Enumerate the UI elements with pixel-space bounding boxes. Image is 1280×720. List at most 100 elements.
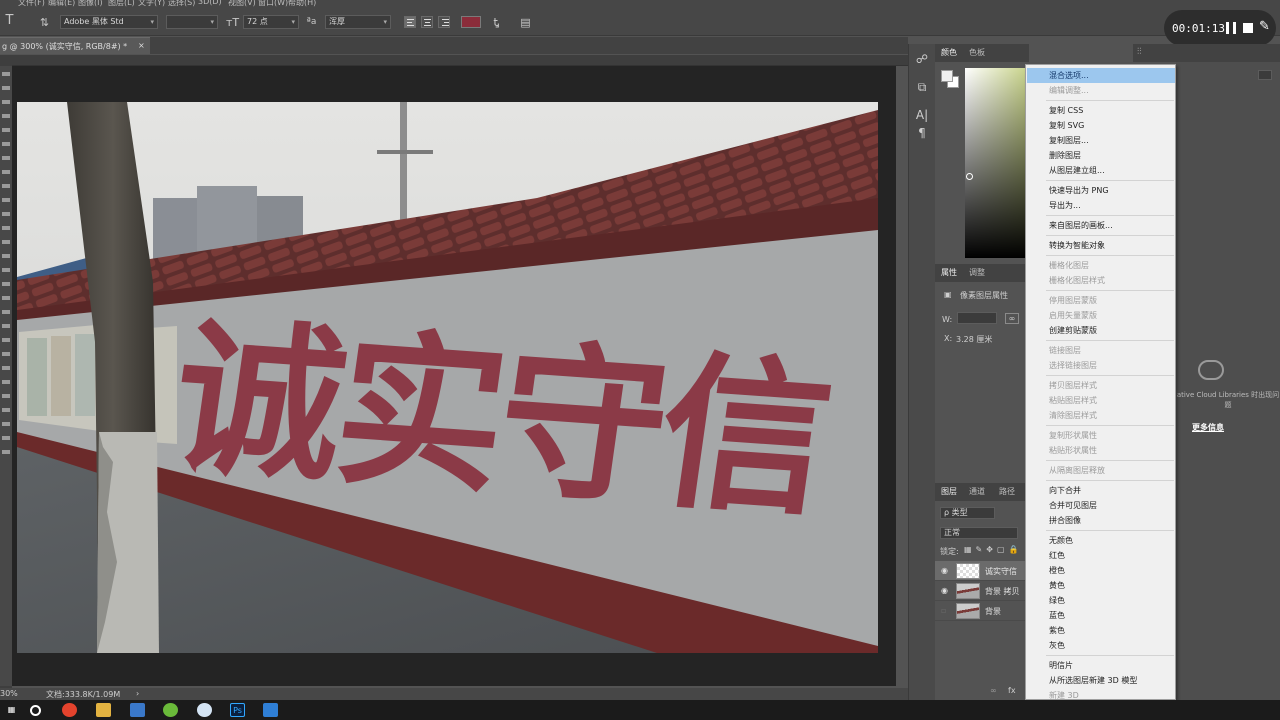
text-orientation-icon[interactable]: ⇅ xyxy=(38,16,51,29)
more-info-link[interactable]: 更多信息 xyxy=(1192,422,1224,433)
layer-row[interactable]: ◉ 诚实守信 xyxy=(935,561,1029,581)
context-menu-item[interactable]: 从图层建立组... xyxy=(1027,163,1175,178)
context-menu-item[interactable]: 灰色 xyxy=(1027,638,1175,653)
warp-text-icon[interactable]: Ꮏ xyxy=(490,16,503,29)
link-icon[interactable]: ∞ xyxy=(1005,313,1019,324)
search-icon[interactable] xyxy=(30,705,41,716)
align-left-button[interactable] xyxy=(404,16,416,28)
tool-icon[interactable] xyxy=(2,268,10,272)
context-menu-item[interactable]: 删除图层 xyxy=(1027,148,1175,163)
tool-icon[interactable] xyxy=(2,282,10,286)
tool-icon[interactable] xyxy=(2,156,10,160)
link-layers-icon[interactable]: ∞ xyxy=(990,686,997,695)
context-menu-item[interactable]: 明信片 xyxy=(1027,658,1175,673)
context-menu-item[interactable]: 黄色 xyxy=(1027,578,1175,593)
context-menu-item[interactable]: 导出为... xyxy=(1027,198,1175,213)
tool-icon[interactable] xyxy=(2,422,10,426)
chevron-right-icon[interactable]: › xyxy=(136,689,139,698)
context-menu-item[interactable]: 绿色 xyxy=(1027,593,1175,608)
tool-icon[interactable] xyxy=(2,198,10,202)
color-picker-handle[interactable] xyxy=(966,173,973,180)
menu-7[interactable]: 视图(V) xyxy=(228,0,256,8)
stop-icon[interactable] xyxy=(1243,23,1253,33)
align-center-button[interactable] xyxy=(421,16,433,28)
type-tool-icon[interactable]: T xyxy=(3,14,16,27)
context-menu-item[interactable]: 向下合并 xyxy=(1027,483,1175,498)
tool-icon[interactable] xyxy=(2,142,10,146)
status-zoom[interactable]: 30% xyxy=(0,689,18,698)
menu-3[interactable]: 图层(L) xyxy=(108,0,135,8)
color-field[interactable] xyxy=(965,68,1027,258)
tab-properties[interactable]: 属性 xyxy=(941,267,957,278)
context-menu-item[interactable]: 紫色 xyxy=(1027,623,1175,638)
tool-icon[interactable] xyxy=(2,114,10,118)
tab-layers[interactable]: 图层 xyxy=(941,486,957,497)
pen-icon[interactable]: ✎ xyxy=(1259,19,1270,34)
tab-paths[interactable]: 路径 xyxy=(999,486,1015,497)
app-icon[interactable] xyxy=(130,703,145,717)
menu-6[interactable]: 3D(D) xyxy=(198,0,222,6)
tool-icon[interactable] xyxy=(2,100,10,104)
layer-filter-select[interactable]: ρ 类型 xyxy=(940,507,995,519)
menu-9[interactable]: 帮助(H) xyxy=(288,0,316,8)
context-menu-item[interactable]: 无颜色 xyxy=(1027,533,1175,548)
menu-2[interactable]: 图像(I) xyxy=(78,0,103,8)
context-menu-item[interactable]: 复制 SVG xyxy=(1027,118,1175,133)
windows-start-icon[interactable]: ▦ xyxy=(4,703,19,717)
context-menu-item[interactable]: 橙色 xyxy=(1027,563,1175,578)
tool-icon[interactable] xyxy=(2,394,10,398)
pause-icon[interactable] xyxy=(1226,22,1236,34)
context-menu-item[interactable]: 创建剪贴蒙版 xyxy=(1027,323,1175,338)
tab-channels[interactable]: 通道 xyxy=(969,486,985,497)
context-menu-item[interactable]: 蓝色 xyxy=(1027,608,1175,623)
blend-mode-select[interactable]: 正常 xyxy=(940,527,1018,539)
character-icon[interactable]: A| xyxy=(915,108,929,122)
layer-row[interactable]: ◉ 背景 拷贝 xyxy=(935,581,1029,601)
clone-source-icon[interactable]: ⧉ xyxy=(915,80,929,94)
tool-icon[interactable] xyxy=(2,86,10,90)
tool-icon[interactable] xyxy=(2,72,10,76)
context-menu-item[interactable]: 转换为智能对象 xyxy=(1027,238,1175,253)
context-menu-item[interactable]: 从所选图层新建 3D 模型 xyxy=(1027,673,1175,688)
tool-icon[interactable] xyxy=(2,380,10,384)
context-menu-item[interactable]: 合并可见图层 xyxy=(1027,498,1175,513)
tool-icon[interactable] xyxy=(2,184,10,188)
chrome-icon[interactable] xyxy=(62,703,77,717)
browser-icon[interactable] xyxy=(163,703,178,717)
context-menu-item[interactable]: 拼合图像 xyxy=(1027,513,1175,528)
tool-icon[interactable] xyxy=(2,408,10,412)
character-panel-icon[interactable]: ▤ xyxy=(519,16,532,29)
paragraph-icon[interactable]: ¶ xyxy=(915,126,929,140)
tool-icon[interactable] xyxy=(2,352,10,356)
tool-icon[interactable] xyxy=(2,254,10,258)
fx-icon[interactable]: fx xyxy=(1008,686,1016,695)
font-size-select[interactable]: 72 点 ▾ xyxy=(243,15,299,29)
foreground-color-swatch[interactable] xyxy=(941,70,953,82)
libraries-icon[interactable]: ⫶⫶ xyxy=(1137,47,1142,57)
app-icon[interactable] xyxy=(197,703,212,717)
close-icon[interactable]: × xyxy=(138,41,145,50)
history-icon[interactable]: ☍ xyxy=(915,52,929,66)
antialias-select[interactable]: 浑厚 ▾ xyxy=(325,15,391,29)
file-explorer-icon[interactable] xyxy=(96,703,111,717)
tool-icon[interactable] xyxy=(2,338,10,342)
width-field[interactable] xyxy=(957,312,997,324)
text-color-swatch[interactable] xyxy=(461,16,481,28)
context-menu-item[interactable]: 复制图层... xyxy=(1027,133,1175,148)
lock-icons[interactable]: ▦✎✥▢🔒 xyxy=(964,545,1022,554)
tool-icon[interactable] xyxy=(2,324,10,328)
context-menu-item[interactable]: 复制 CSS xyxy=(1027,103,1175,118)
context-menu-item[interactable]: 快速导出为 PNG xyxy=(1027,183,1175,198)
document-canvas[interactable]: 诚实守信 xyxy=(17,102,878,653)
menu-0[interactable]: 文件(F) xyxy=(18,0,45,8)
tool-icon[interactable] xyxy=(2,240,10,244)
document-tab[interactable]: g @ 300% (诚实守信, RGB/8#) * × xyxy=(0,37,150,54)
eye-icon[interactable]: ▫ xyxy=(941,606,950,615)
context-menu-item[interactable]: 混合选项... xyxy=(1027,68,1175,83)
eye-icon[interactable]: ◉ xyxy=(941,586,950,595)
tool-icon[interactable] xyxy=(2,366,10,370)
font-family-select[interactable]: Adobe 黑体 Std ▾ xyxy=(60,15,158,29)
menu-1[interactable]: 编辑(E) xyxy=(48,0,75,8)
layer-row[interactable]: ▫ 背景 xyxy=(935,601,1029,621)
tab-color[interactable]: 颜色 xyxy=(941,47,957,58)
